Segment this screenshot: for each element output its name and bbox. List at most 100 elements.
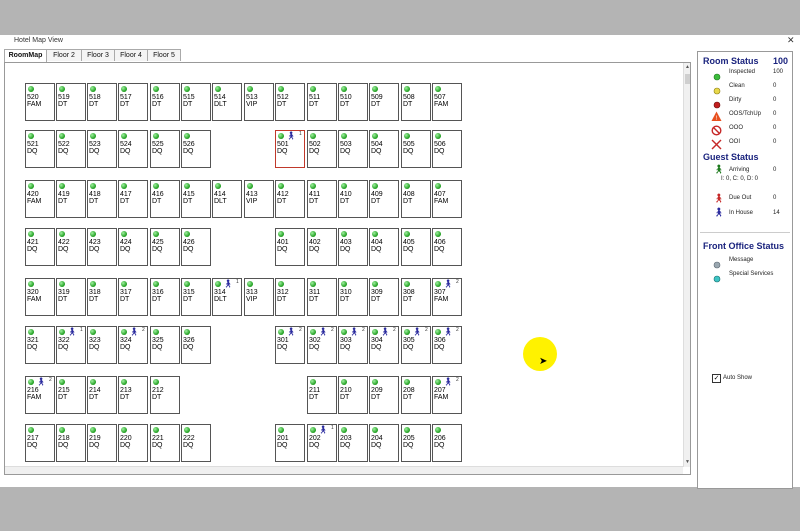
vertical-scrollbar[interactable]: ▲ ▼ [683, 63, 690, 467]
room-tile-518[interactable]: 518 DT [87, 83, 117, 121]
room-tile-501[interactable]: 🚶︎ 1 501 DQ [275, 130, 305, 168]
room-tile-520[interactable]: 520 FAM [25, 83, 55, 121]
room-tile-314[interactable]: 🚶︎ 1 314 DLT [212, 278, 242, 316]
room-tile-409[interactable]: 409 DT [369, 180, 399, 218]
room-tile-517[interactable]: 517 DT [118, 83, 148, 121]
tab-floor-3[interactable]: Floor 3 [81, 49, 115, 61]
room-tile-307[interactable]: 🚶︎ 2 307 FAM [432, 278, 462, 316]
room-tile-419[interactable]: 419 DT [56, 180, 86, 218]
room-tile-413[interactable]: 413 VIP [244, 180, 274, 218]
room-tile-523[interactable]: 523 DQ [87, 130, 117, 168]
room-tile-315[interactable]: 315 DT [181, 278, 211, 316]
room-tile-208[interactable]: 208 DT [401, 376, 431, 414]
room-tile-402[interactable]: 402 DQ [307, 228, 337, 266]
room-tile-423[interactable]: 423 DQ [87, 228, 117, 266]
room-tile-301[interactable]: 🚶︎ 2 301 DQ [275, 326, 305, 364]
room-tile-510[interactable]: 510 DT [338, 83, 368, 121]
room-tile-222[interactable]: 222 DQ [181, 424, 211, 462]
room-tile-508[interactable]: 508 DT [401, 83, 431, 121]
room-tile-312[interactable]: 312 DT [275, 278, 305, 316]
room-tile-426[interactable]: 426 DQ [181, 228, 211, 266]
room-tile-405[interactable]: 405 DQ [401, 228, 431, 266]
room-tile-514[interactable]: 514 DLT [212, 83, 242, 121]
room-tile-420[interactable]: 420 FAM [25, 180, 55, 218]
room-tile-206[interactable]: 206 DQ [432, 424, 462, 462]
room-tile-210[interactable]: 210 DT [338, 376, 368, 414]
room-tile-418[interactable]: 418 DT [87, 180, 117, 218]
room-tile-316[interactable]: 316 DT [150, 278, 180, 316]
room-tile-516[interactable]: 516 DT [150, 83, 180, 121]
room-tile-524[interactable]: 524 DQ [118, 130, 148, 168]
room-tile-522[interactable]: 522 DQ [56, 130, 86, 168]
room-tile-214[interactable]: 214 DT [87, 376, 117, 414]
room-tile-212[interactable]: 212 DT [150, 376, 180, 414]
room-tile-311[interactable]: 311 DT [307, 278, 337, 316]
scroll-thumb[interactable] [685, 74, 690, 84]
tab-floor-5[interactable]: Floor 5 [147, 49, 181, 61]
auto-show-checkbox[interactable]: ✓ [712, 374, 721, 383]
room-tile-410[interactable]: 410 DT [338, 180, 368, 218]
room-tile-322[interactable]: 🚶︎ 1 322 DQ [56, 326, 86, 364]
room-tile-511[interactable]: 511 DT [307, 83, 337, 121]
room-tile-417[interactable]: 417 DT [118, 180, 148, 218]
room-tile-318[interactable]: 318 DT [87, 278, 117, 316]
room-tile-422[interactable]: 422 DQ [56, 228, 86, 266]
room-tile-525[interactable]: 525 DQ [150, 130, 180, 168]
room-tile-221[interactable]: 221 DQ [150, 424, 180, 462]
room-tile-215[interactable]: 215 DT [56, 376, 86, 414]
room-tile-303[interactable]: 🚶︎ 2 303 DQ [338, 326, 368, 364]
room-tile-203[interactable]: 203 DQ [338, 424, 368, 462]
room-tile-305[interactable]: 🚶︎ 2 305 DQ [401, 326, 431, 364]
room-tile-201[interactable]: 201 DQ [275, 424, 305, 462]
room-tile-324[interactable]: 🚶︎ 2 324 DQ [118, 326, 148, 364]
room-tile-414[interactable]: 414 DLT [212, 180, 242, 218]
room-tile-502[interactable]: 502 DQ [307, 130, 337, 168]
close-button[interactable]: ✕ [787, 35, 795, 46]
room-tile-411[interactable]: 411 DT [307, 180, 337, 218]
room-tile-304[interactable]: 🚶︎ 2 304 DQ [369, 326, 399, 364]
tab-roommap[interactable]: RoomMap [4, 49, 47, 62]
room-tile-204[interactable]: 204 DQ [369, 424, 399, 462]
room-tile-407[interactable]: 407 FAM [432, 180, 462, 218]
room-tile-309[interactable]: 309 DT [369, 278, 399, 316]
room-tile-507[interactable]: 507 FAM [432, 83, 462, 121]
room-tile-205[interactable]: 205 DQ [401, 424, 431, 462]
room-tile-325[interactable]: 325 DQ [150, 326, 180, 364]
room-tile-503[interactable]: 503 DQ [338, 130, 368, 168]
room-tile-209[interactable]: 209 DT [369, 376, 399, 414]
room-tile-308[interactable]: 308 DT [401, 278, 431, 316]
room-tile-319[interactable]: 319 DT [56, 278, 86, 316]
scroll-up-icon[interactable]: ▲ [685, 64, 690, 70]
room-tile-519[interactable]: 519 DT [56, 83, 86, 121]
room-tile-412[interactable]: 412 DT [275, 180, 305, 218]
room-tile-207[interactable]: 🚶︎ 2 207 FAM [432, 376, 462, 414]
room-tile-506[interactable]: 506 DQ [432, 130, 462, 168]
room-tile-219[interactable]: 219 DQ [87, 424, 117, 462]
room-tile-306[interactable]: 🚶︎ 2 306 DQ [432, 326, 462, 364]
room-tile-526[interactable]: 526 DQ [181, 130, 211, 168]
room-tile-512[interactable]: 512 DT [275, 83, 305, 121]
room-tile-404[interactable]: 404 DQ [369, 228, 399, 266]
room-tile-302[interactable]: 🚶︎ 2 302 DQ [307, 326, 337, 364]
room-tile-326[interactable]: 326 DQ [181, 326, 211, 364]
room-tile-416[interactable]: 416 DT [150, 180, 180, 218]
tab-floor-4[interactable]: Floor 4 [114, 49, 148, 61]
room-tile-220[interactable]: 220 DQ [118, 424, 148, 462]
room-tile-509[interactable]: 509 DT [369, 83, 399, 121]
room-tile-408[interactable]: 408 DT [401, 180, 431, 218]
room-tile-313[interactable]: 313 VIP [244, 278, 274, 316]
room-tile-401[interactable]: 401 DQ [275, 228, 305, 266]
room-tile-320[interactable]: 320 FAM [25, 278, 55, 316]
tab-floor-2[interactable]: Floor 2 [46, 49, 82, 61]
room-tile-213[interactable]: 213 DT [118, 376, 148, 414]
room-tile-521[interactable]: 521 DQ [25, 130, 55, 168]
room-tile-515[interactable]: 515 DT [181, 83, 211, 121]
room-tile-202[interactable]: 🚶︎ 1 202 DQ [307, 424, 337, 462]
room-tile-310[interactable]: 310 DT [338, 278, 368, 316]
room-tile-216[interactable]: 🚶︎ 2 216 FAM [25, 376, 55, 414]
room-tile-317[interactable]: 317 DT [118, 278, 148, 316]
horizontal-scrollbar[interactable] [5, 466, 683, 474]
room-tile-211[interactable]: 211 DT [307, 376, 337, 414]
room-tile-323[interactable]: 323 DQ [87, 326, 117, 364]
room-tile-218[interactable]: 218 DQ [56, 424, 86, 462]
